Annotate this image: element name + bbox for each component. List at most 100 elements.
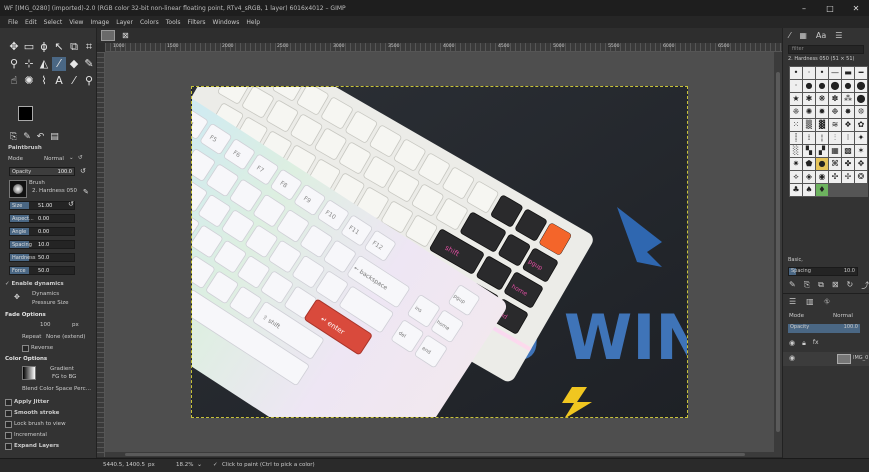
lock-brush-checkbox[interactable] bbox=[5, 421, 12, 428]
opacity-reset-icon[interactable]: ↺ bbox=[80, 167, 86, 175]
brush-edit-icon[interactable]: ✎ bbox=[83, 188, 89, 196]
brush-item[interactable]: ✶ bbox=[855, 145, 867, 157]
opacity-slider[interactable]: Opacity 100.0 bbox=[9, 167, 75, 176]
brush-item[interactable]: ▦ bbox=[829, 145, 841, 157]
layer-name[interactable]: IMG_0 bbox=[853, 355, 868, 361]
brush-filter-input[interactable]: filter bbox=[788, 45, 864, 54]
brush-item[interactable]: ⸽ bbox=[790, 132, 802, 144]
brush-item[interactable]: ≋ bbox=[829, 119, 841, 131]
layer-row[interactable]: ◉ IMG_0 bbox=[783, 352, 869, 366]
brush-item[interactable]: ❊ bbox=[855, 106, 867, 118]
minimize-button[interactable]: – bbox=[791, 4, 817, 13]
images-tab-icon[interactable]: ▤ bbox=[50, 132, 59, 142]
brush-item[interactable]: ◈ bbox=[803, 171, 815, 183]
brush-item[interactable]: ❉ bbox=[829, 106, 841, 118]
color-picker-icon[interactable]: ⁄ bbox=[67, 74, 81, 88]
visibility-icon[interactable]: ◉ bbox=[789, 339, 795, 348]
close-image-icon[interactable]: ⊠ bbox=[122, 31, 129, 40]
mode-dropdown-icon[interactable]: ⌄ bbox=[69, 155, 74, 161]
menu-layer[interactable]: Layer bbox=[116, 19, 133, 26]
aspect-slider[interactable]: Aspect... 0.00 bbox=[9, 214, 75, 223]
layer-visibility-icon[interactable]: ◉ bbox=[789, 354, 795, 362]
zoom-icon[interactable]: ⚲ bbox=[82, 74, 96, 88]
size-reset-icon[interactable]: ↺ bbox=[68, 200, 74, 208]
unit-select[interactable]: px bbox=[148, 462, 155, 468]
fade-options-header[interactable]: Fade Options bbox=[5, 312, 46, 318]
layers-tab-icon[interactable]: ☰ bbox=[789, 297, 796, 307]
brush-spacing-slider[interactable]: Spacing 10.0 bbox=[788, 267, 858, 276]
open-brush-folder-icon[interactable]: ⤴ bbox=[861, 280, 869, 291]
duplicate-brush-icon[interactable]: ⧉ bbox=[818, 280, 824, 291]
brush-item[interactable]: ✷ bbox=[790, 158, 802, 170]
crop-icon[interactable]: ⧉ bbox=[67, 40, 81, 54]
smudge-icon[interactable]: ☝ bbox=[7, 74, 21, 88]
maximize-button[interactable]: □ bbox=[817, 4, 843, 13]
device-status-tab-icon[interactable]: ✎ bbox=[23, 132, 31, 142]
image-canvas[interactable]: U WIN alt fn ctrl shift pgup home bbox=[191, 86, 688, 418]
enable-dynamics-checkbox[interactable]: ✓ Enable dynamics bbox=[5, 281, 64, 287]
brush-item[interactable]: ⁙ bbox=[790, 119, 802, 131]
brush-grid[interactable]: • · • — ▬ ━ · ● ● ⬤ ● ⬤ ★ ✱ ❋ ✽ ⁂ ⬤ ❈ ✺ … bbox=[789, 66, 868, 197]
brush-item[interactable]: ✹ bbox=[816, 106, 828, 118]
vertical-ruler[interactable] bbox=[97, 52, 105, 457]
brush-item[interactable]: ● bbox=[803, 80, 815, 92]
brush-item[interactable]: ◉ bbox=[816, 171, 828, 183]
brush-item[interactable]: ▞ bbox=[816, 145, 828, 157]
foreground-color[interactable] bbox=[18, 106, 33, 121]
menu-help[interactable]: Help bbox=[246, 19, 260, 26]
tool-options-tab-icon[interactable]: ⎘ bbox=[10, 132, 17, 142]
brush-item[interactable]: ⫶ bbox=[829, 132, 841, 144]
menu-image[interactable]: Image bbox=[90, 19, 109, 26]
brushes-tab-icon[interactable]: ⁄ bbox=[789, 31, 790, 40]
brush-item[interactable]: ✢ bbox=[842, 171, 854, 183]
brush-item[interactable]: ❖ bbox=[842, 119, 854, 131]
clone-icon[interactable]: ✎ bbox=[82, 57, 96, 71]
bucket-fill-icon[interactable]: ◭ bbox=[37, 57, 51, 71]
menu-tools[interactable]: Tools bbox=[166, 19, 181, 26]
eraser-icon[interactable]: ◆ bbox=[67, 57, 81, 71]
channels-tab-icon[interactable]: ▥ bbox=[806, 297, 814, 307]
dynamics-icon[interactable]: ✥ bbox=[14, 293, 20, 301]
size-slider[interactable]: Size 51.00 bbox=[9, 201, 75, 210]
new-brush-icon[interactable]: ⎘ bbox=[804, 280, 810, 291]
brush-preview[interactable] bbox=[9, 180, 27, 198]
delete-brush-icon[interactable]: ⊠ bbox=[832, 280, 839, 291]
fx-icon[interactable]: fx bbox=[813, 339, 819, 348]
brush-item[interactable]: ✦ bbox=[855, 132, 867, 144]
brush-item[interactable]: · bbox=[790, 80, 802, 92]
paths-tab-icon[interactable]: ⛗ bbox=[824, 297, 830, 307]
brush-item[interactable]: ● bbox=[842, 80, 854, 92]
brush-item[interactable]: ⁞ bbox=[803, 132, 815, 144]
brush-item[interactable]: ▬ bbox=[842, 67, 854, 79]
color-options-header[interactable]: Color Options bbox=[5, 356, 47, 362]
expand-layers-checkbox[interactable] bbox=[5, 443, 12, 450]
rect-select-icon[interactable]: ▭ bbox=[22, 40, 36, 54]
brush-item[interactable]: ● bbox=[816, 80, 828, 92]
refresh-brush-icon[interactable]: ↻ bbox=[847, 280, 854, 291]
spacing-slider[interactable]: Spacing 10.0 bbox=[9, 240, 75, 249]
zoom-dropdown-icon[interactable]: ⌄ bbox=[197, 461, 202, 468]
cage-icon[interactable]: ⊹ bbox=[22, 57, 36, 71]
incremental-checkbox[interactable] bbox=[5, 432, 12, 439]
warp-icon[interactable]: ⚲ bbox=[7, 57, 21, 71]
mode-reset-icon[interactable]: ↺ bbox=[78, 155, 83, 161]
horizontal-scrollbar[interactable] bbox=[105, 452, 774, 457]
close-button[interactable]: ✕ bbox=[843, 4, 869, 13]
gradient-preview[interactable] bbox=[22, 366, 36, 380]
brush-item[interactable]: ❈ bbox=[790, 106, 802, 118]
brush-item[interactable]: ⌘ bbox=[829, 158, 841, 170]
smooth-stroke-checkbox[interactable] bbox=[5, 410, 12, 417]
paintbrush-icon[interactable]: ⁄ bbox=[52, 57, 66, 71]
brush-item[interactable]: ━ bbox=[855, 67, 867, 79]
zoom-select[interactable]: 18.2% bbox=[176, 462, 193, 468]
patterns-tab-icon[interactable]: ▦ bbox=[799, 31, 807, 40]
brush-item[interactable]: — bbox=[829, 67, 841, 79]
brush-item[interactable]: ♠ bbox=[803, 184, 815, 196]
menu-view[interactable]: View bbox=[69, 19, 83, 26]
brush-item[interactable]: ▩ bbox=[842, 145, 854, 157]
brush-item[interactable]: ❋ bbox=[816, 93, 828, 105]
vertical-scrollbar[interactable] bbox=[774, 52, 782, 457]
brush-item[interactable]: • bbox=[816, 67, 828, 79]
layer-opacity-slider[interactable]: Opacity 100.0 bbox=[788, 324, 860, 333]
repeat-select[interactable]: None (extend) bbox=[46, 334, 85, 340]
